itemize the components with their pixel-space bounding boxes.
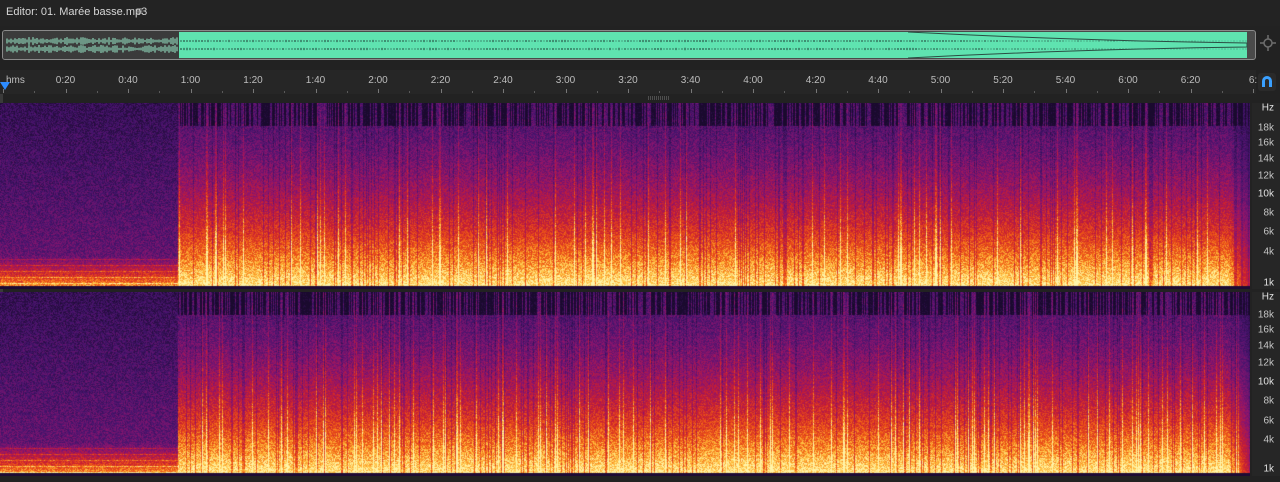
ruler-tick-mark [34, 91, 36, 93]
frequency-tick-label: 14k [1257, 153, 1274, 165]
ruler-tick-label: 5:20 [993, 75, 1013, 86]
playhead-marker-icon[interactable] [0, 82, 10, 90]
ruler-tick-label: 0:40 [118, 75, 138, 86]
frequency-tick-label: 14k [1257, 340, 1274, 352]
frequency-unit-label: Hz [1261, 102, 1274, 114]
spectrogram-left [0, 103, 1250, 289]
hamburger-menu-icon[interactable]: ≡ [136, 4, 143, 18]
ruler-tick-mark [690, 89, 692, 93]
ruler-tick-mark [128, 89, 129, 93]
ruler-tick-label: 4:40 [868, 75, 888, 86]
frequency-tick-label: 10k [1257, 188, 1274, 200]
spectral-display-right-channel[interactable] [0, 292, 1250, 476]
frequency-tick-label: 6k [1263, 226, 1274, 238]
ruler-tick-label: 2:20 [430, 75, 451, 86]
frequency-tick-label: 1k [1263, 463, 1274, 475]
ruler-tick-mark [971, 91, 973, 93]
ruler-tick-mark [221, 91, 223, 93]
ruler-tick-mark [1253, 89, 1254, 93]
ruler-tick-mark [440, 89, 442, 93]
panel-divider-handle[interactable] [648, 96, 670, 100]
frequency-tick-label: 18k [1257, 122, 1274, 134]
ruler-tick-label: 0:20 [55, 75, 76, 86]
ruler-tick-mark [159, 91, 161, 93]
frequency-tick-label: 12k [1257, 357, 1274, 369]
ruler-tick-label: 6: [1248, 75, 1258, 86]
frequency-tick-label: 6k [1263, 415, 1274, 427]
ruler-tick-mark [784, 91, 786, 93]
ruler-tick-mark [659, 91, 661, 93]
ruler-tick-label: 1:40 [305, 75, 326, 86]
overview-waveform-graphic [3, 31, 1248, 59]
ruler-tick-mark [1159, 91, 1161, 93]
time-ruler[interactable]: hms 0:20 0:40 1:00 1:20 1:40 2:00 2:20 2:40 3:00… [0, 70, 1258, 94]
ruler-tick-mark [878, 89, 879, 93]
ruler-tick-mark [753, 89, 754, 93]
editor-titlebar: Editor: 01. Marée basse.mp3 ≡ [0, 0, 1280, 26]
ruler-tick-mark [1190, 89, 1192, 93]
ruler-tick-mark [1096, 91, 1098, 93]
ruler-tick-mark [253, 89, 254, 93]
ruler-tick-mark [346, 91, 348, 93]
ruler-tick-label: 1:00 [180, 75, 201, 86]
frequency-tick-label: 16k [1257, 324, 1274, 336]
frequency-scale-right: Hz 18k 16k 14k 12k 10k 8k 6k 4k 1k [1252, 292, 1280, 476]
ruler-tick-mark [1034, 91, 1036, 93]
ruler-tick-mark [378, 89, 379, 93]
ruler-tick-mark [315, 89, 317, 93]
ruler-tick-mark [534, 91, 536, 93]
frequency-tick-label: 4k [1263, 434, 1274, 446]
ruler-tick-label: 3:40 [680, 75, 701, 86]
ruler-tick-label: 4:00 [743, 75, 763, 86]
zoom-navigator-icon[interactable] [1260, 35, 1276, 51]
ruler-tick-mark [1003, 89, 1004, 93]
ruler-tick-mark [1065, 89, 1067, 93]
ruler-tick-mark [409, 91, 411, 93]
ruler-tick-label: 3:00 [555, 75, 576, 86]
ruler-tick-label: 3:20 [618, 75, 638, 86]
ruler-tick-mark [815, 89, 817, 93]
ruler-tick-label: 2:00 [368, 75, 388, 86]
ruler-tick-mark [565, 89, 567, 93]
magnet-snap-icon[interactable] [1258, 73, 1276, 91]
frequency-tick-label: 16k [1257, 137, 1274, 149]
bottom-strip [0, 476, 1280, 482]
ruler-tick-label: 2:40 [493, 75, 513, 86]
ruler-tick-label: 5:00 [930, 75, 951, 86]
ruler-tick-mark [596, 91, 598, 93]
frequency-tick-label: 8k [1263, 395, 1274, 407]
frequency-tick-label: 4k [1263, 246, 1274, 258]
ruler-tick-mark [284, 91, 286, 93]
ruler-tick-mark [65, 89, 67, 93]
ruler-tick-mark [190, 89, 192, 93]
ruler-tick-mark [471, 91, 473, 93]
frequency-tick-label: 8k [1263, 207, 1274, 219]
ruler-tick-mark [503, 89, 504, 93]
ruler-tick-label: 6:20 [1180, 75, 1201, 86]
ruler-tick-mark [721, 91, 723, 93]
ruler-tick-mark [846, 91, 848, 93]
ruler-tick-mark [628, 89, 629, 93]
frequency-tick-label: 1k [1263, 277, 1274, 289]
ruler-tick-mark [1128, 89, 1129, 93]
frequency-unit-label: Hz [1261, 291, 1274, 303]
frequency-scale-left: Hz 18k 16k 14k 12k 10k 8k 6k 4k 1k [1252, 103, 1280, 289]
ruler-tick-label: 4:20 [805, 75, 826, 86]
overview-waveform[interactable] [2, 30, 1256, 60]
ruler-tick-label: 6:00 [1118, 75, 1138, 86]
frequency-tick-label: 10k [1257, 376, 1274, 388]
spectral-display-left-channel[interactable] [0, 103, 1250, 289]
ruler-tick-mark [96, 91, 98, 93]
ruler-tick-mark [909, 91, 911, 93]
ruler-tick-label: 5:40 [1055, 75, 1076, 86]
editor-title: Editor: 01. Marée basse.mp3 [6, 6, 148, 18]
ruler-tick-label: 1:20 [243, 75, 263, 86]
frequency-tick-label: 12k [1257, 170, 1274, 182]
spectrogram-right [0, 292, 1250, 476]
ruler-tick-mark [1221, 91, 1223, 93]
ruler-tick-mark [940, 89, 942, 93]
frequency-tick-label: 18k [1257, 309, 1274, 321]
